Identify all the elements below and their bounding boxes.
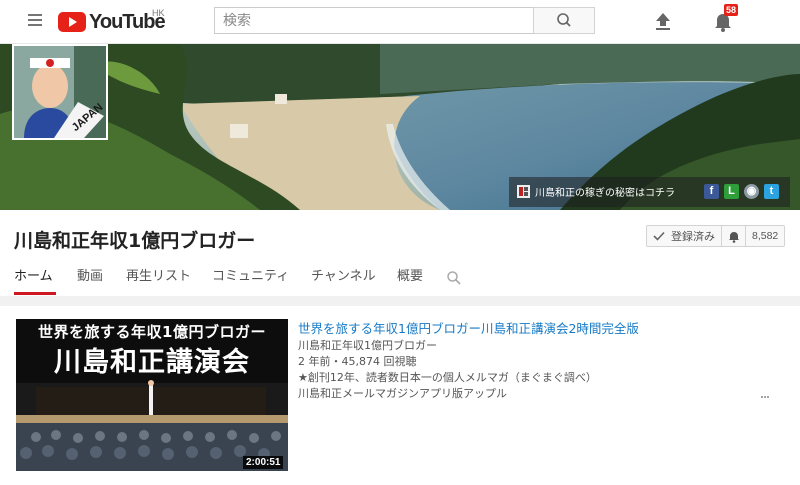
youtube-logo[interactable]: YouTube bbox=[58, 10, 166, 34]
check-icon bbox=[653, 231, 665, 241]
video-channel-name[interactable]: 川島和正年収1億円ブロガー bbox=[298, 337, 437, 353]
banner-custom-link[interactable]: 川島和正の稼ぎの秘密はコチラ bbox=[535, 184, 675, 199]
play-logo-icon bbox=[58, 12, 86, 32]
tab-community[interactable]: コミュニティ bbox=[212, 265, 289, 294]
subscribed-button[interactable]: 登録済み bbox=[647, 226, 722, 246]
tab-channels[interactable]: チャンネル bbox=[311, 265, 376, 294]
channel-avatar[interactable]: JAPAN bbox=[12, 44, 108, 140]
twitter-icon[interactable]: t bbox=[764, 184, 779, 199]
thumbnail-subtitle: 世界を旅する年収1億円ブロガー bbox=[38, 323, 266, 341]
upload-button[interactable] bbox=[652, 10, 674, 32]
line-icon[interactable]: L bbox=[724, 184, 739, 199]
facebook-icon[interactable]: f bbox=[704, 184, 719, 199]
active-tab-indicator bbox=[14, 292, 56, 295]
video-description-line: ★創刊12年、読者数日本一の個人メルマガ（まぐまぐ調べ） bbox=[298, 371, 597, 384]
video-duration: 2:00:51 bbox=[243, 456, 284, 469]
channel-title: 川島和正年収1億円ブロガー bbox=[14, 230, 256, 252]
notification-count-badge: 58 bbox=[724, 4, 739, 16]
menu-icon[interactable] bbox=[28, 14, 42, 26]
subscribe-group: 登録済み 8,582 bbox=[646, 225, 786, 247]
thumbnail-title: 川島和正講演会 bbox=[54, 347, 250, 378]
link-favicon-icon bbox=[517, 185, 530, 198]
search-button[interactable] bbox=[533, 7, 595, 34]
kebab-icon bbox=[761, 396, 769, 398]
bell-icon bbox=[728, 231, 739, 243]
avatar-image: JAPAN bbox=[14, 46, 106, 138]
channel-notification-bell[interactable] bbox=[722, 226, 746, 246]
logo-region: HK bbox=[152, 8, 165, 18]
tab-home[interactable]: ホーム bbox=[14, 265, 53, 294]
subscriber-count: 8,582 bbox=[752, 230, 779, 242]
video-title-link[interactable]: 世界を旅する年収1億円ブロガー川島和正講演会2時間完全版 bbox=[298, 318, 639, 337]
tab-videos[interactable]: 動画 bbox=[77, 265, 103, 294]
subscribed-label: 登録済み bbox=[671, 230, 715, 243]
video-meta: 2 年前・45,874 回視聴 bbox=[298, 355, 417, 368]
website-globe-icon[interactable]: ◉ bbox=[744, 184, 759, 199]
more-options-icon[interactable] bbox=[760, 388, 770, 400]
tab-playlists[interactable]: 再生リスト bbox=[126, 265, 191, 294]
video-description-line: 川島和正メールマガジンアプリ版アップル bbox=[298, 387, 507, 400]
upload-icon bbox=[656, 13, 670, 30]
channel-search-icon[interactable] bbox=[446, 270, 462, 286]
search-input[interactable] bbox=[214, 7, 534, 34]
section-divider bbox=[0, 296, 800, 306]
tab-about[interactable]: 概要 bbox=[397, 265, 423, 294]
search-icon bbox=[557, 13, 571, 27]
